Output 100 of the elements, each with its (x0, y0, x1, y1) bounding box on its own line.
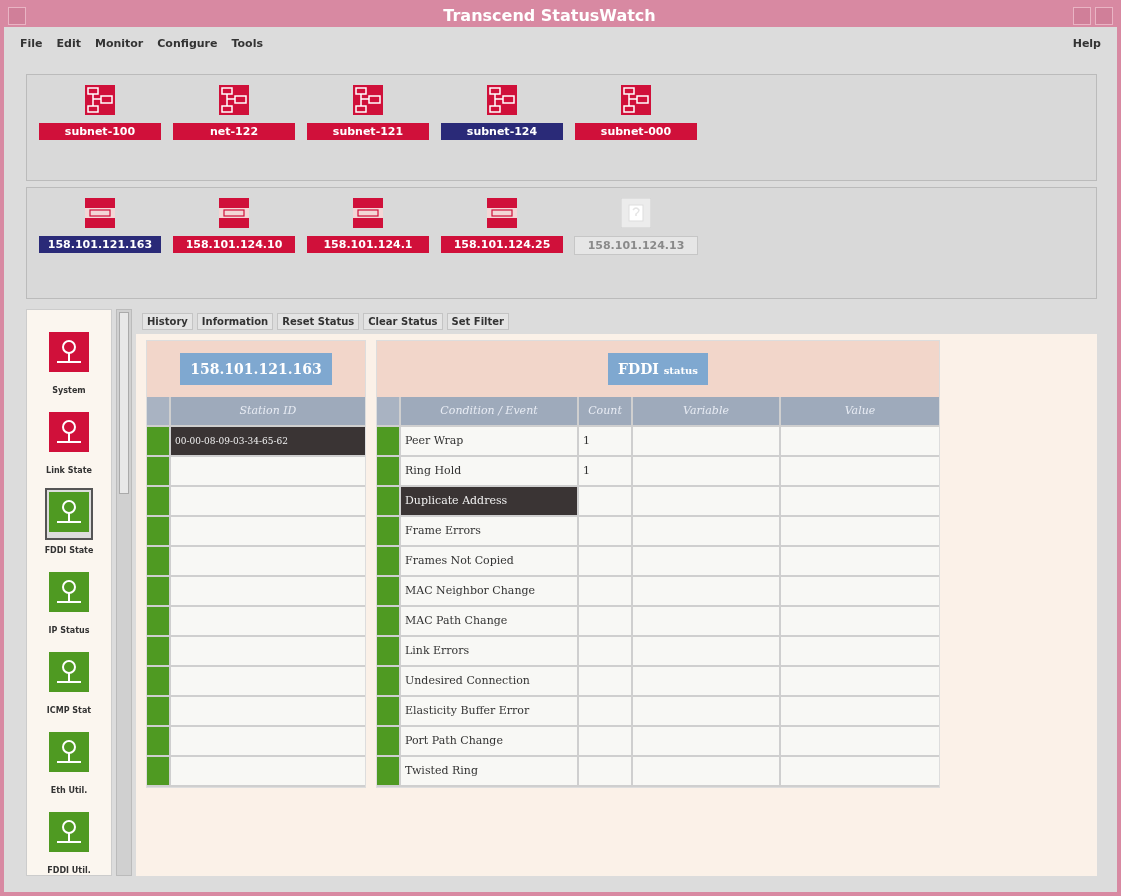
status-indicator (377, 547, 399, 575)
help-menu[interactable]: Help (1072, 36, 1101, 50)
status-indicator (147, 607, 169, 635)
table-cell[interactable]: Duplicate Address (401, 487, 577, 515)
toolbar-button[interactable]: Clear Status (363, 313, 443, 330)
status-indicator (377, 577, 399, 605)
sidebar-label: Link State (46, 466, 92, 475)
network-icon[interactable] (353, 84, 383, 115)
status-indicator (377, 697, 399, 725)
sidebar-label: ICMP Stat (46, 706, 92, 715)
table-cell: 1 (579, 457, 631, 485)
sidebar-label: IP Status (48, 626, 90, 635)
table-cell (579, 547, 631, 575)
table-cell[interactable] (171, 667, 365, 695)
subnet-label[interactable]: subnet-124 (441, 122, 563, 140)
status-indicator (147, 637, 169, 665)
status-indicator (377, 667, 399, 695)
table-cell: 1 (579, 427, 631, 455)
host-label[interactable]: 158.101.124.10 (173, 235, 295, 253)
menu-item[interactable]: Tools (231, 36, 263, 50)
host-label[interactable]: 158.101.121.163 (39, 235, 161, 253)
table-cell (579, 487, 631, 515)
table-cell[interactable]: Peer Wrap (401, 427, 577, 455)
host-label[interactable]: 158.101.124.1 (307, 235, 429, 253)
status-indicator (377, 487, 399, 515)
sidebar-label: FDDI State (44, 546, 94, 555)
network-icon[interactable] (487, 84, 517, 115)
header-cell (147, 397, 169, 425)
menu-item[interactable]: File (20, 36, 43, 50)
network-icon[interactable] (621, 84, 651, 115)
sidebar-button[interactable] (45, 488, 93, 540)
status-indicator (147, 697, 169, 725)
status-indicator (377, 757, 399, 785)
table-cell[interactable]: Port Path Change (401, 727, 577, 755)
toolbar-button[interactable]: Reset Status (277, 313, 360, 330)
status-indicator (377, 517, 399, 545)
table-cell[interactable]: Undesired Connection (401, 667, 577, 695)
table-cell (579, 757, 631, 785)
status-indicator (377, 427, 399, 455)
subnet-label[interactable]: subnet-100 (39, 122, 161, 140)
table-cell[interactable] (171, 637, 365, 665)
table-cell[interactable]: MAC Neighbor Change (401, 577, 577, 605)
host-icon[interactable] (487, 197, 517, 228)
status-indicator (377, 727, 399, 755)
sidebar-label: Eth Util. (50, 786, 88, 795)
table-cell (579, 727, 631, 755)
table-cell (579, 667, 631, 695)
table-cell[interactable]: Twisted Ring (401, 757, 577, 785)
host-label[interactable]: 158.101.124.25 (441, 235, 563, 253)
table-cell[interactable] (171, 457, 365, 485)
menu-item[interactable]: Monitor (94, 36, 144, 50)
scrollbar[interactable] (116, 309, 132, 876)
status-title: FDDI status (608, 353, 708, 385)
status-indicator (147, 667, 169, 695)
table-cell[interactable]: 00-00-08-09-03-34-65-62 (171, 427, 365, 455)
status-indicator (377, 607, 399, 635)
status-indicator (147, 457, 169, 485)
status-indicator (147, 517, 169, 545)
table-cell (579, 517, 631, 545)
table-cell[interactable]: Frames Not Copied (401, 547, 577, 575)
table-cell[interactable] (171, 697, 365, 725)
table-cell[interactable]: Frame Errors (401, 517, 577, 545)
table-cell[interactable] (171, 487, 365, 515)
status-indicator (147, 547, 169, 575)
subnet-label[interactable]: subnet-121 (307, 122, 429, 140)
toolbar-button[interactable]: History (142, 313, 193, 330)
table-cell[interactable] (171, 517, 365, 545)
station-title: 158.101.121.163 (180, 353, 332, 385)
column-header: Variable (633, 397, 779, 425)
status-indicator (147, 427, 169, 455)
network-icon[interactable] (85, 84, 115, 115)
host-icon[interactable] (353, 197, 383, 228)
table-cell[interactable]: Link Errors (401, 637, 577, 665)
network-icon[interactable] (219, 84, 249, 115)
status-indicator (147, 757, 169, 785)
toolbar-button[interactable]: Set Filter (446, 313, 509, 330)
status-indicator (377, 637, 399, 665)
column-header: Value (781, 397, 939, 425)
status-indicator (147, 577, 169, 605)
table-cell[interactable] (171, 727, 365, 755)
table-cell[interactable] (171, 757, 365, 785)
menu-item[interactable]: Configure (157, 36, 218, 50)
subnet-label[interactable]: subnet-000 (575, 122, 697, 140)
table-cell[interactable] (171, 547, 365, 575)
host-icon[interactable] (219, 197, 249, 228)
table-cell (579, 607, 631, 635)
sidebar-label: System (52, 386, 86, 395)
host-icon[interactable] (85, 197, 115, 228)
status-indicator (147, 487, 169, 515)
table-cell[interactable]: Elasticity Buffer Error (401, 697, 577, 725)
column-header: Count (579, 397, 631, 425)
table-cell[interactable] (171, 577, 365, 605)
header-cell (377, 397, 399, 425)
toolbar-button[interactable]: Information (196, 313, 274, 330)
table-cell[interactable]: MAC Path Change (401, 607, 577, 635)
subnet-label[interactable]: net-122 (173, 122, 295, 140)
table-cell (579, 697, 631, 725)
menu-item[interactable]: Edit (56, 36, 81, 50)
table-cell[interactable]: Ring Hold (401, 457, 577, 485)
table-cell[interactable] (171, 607, 365, 635)
